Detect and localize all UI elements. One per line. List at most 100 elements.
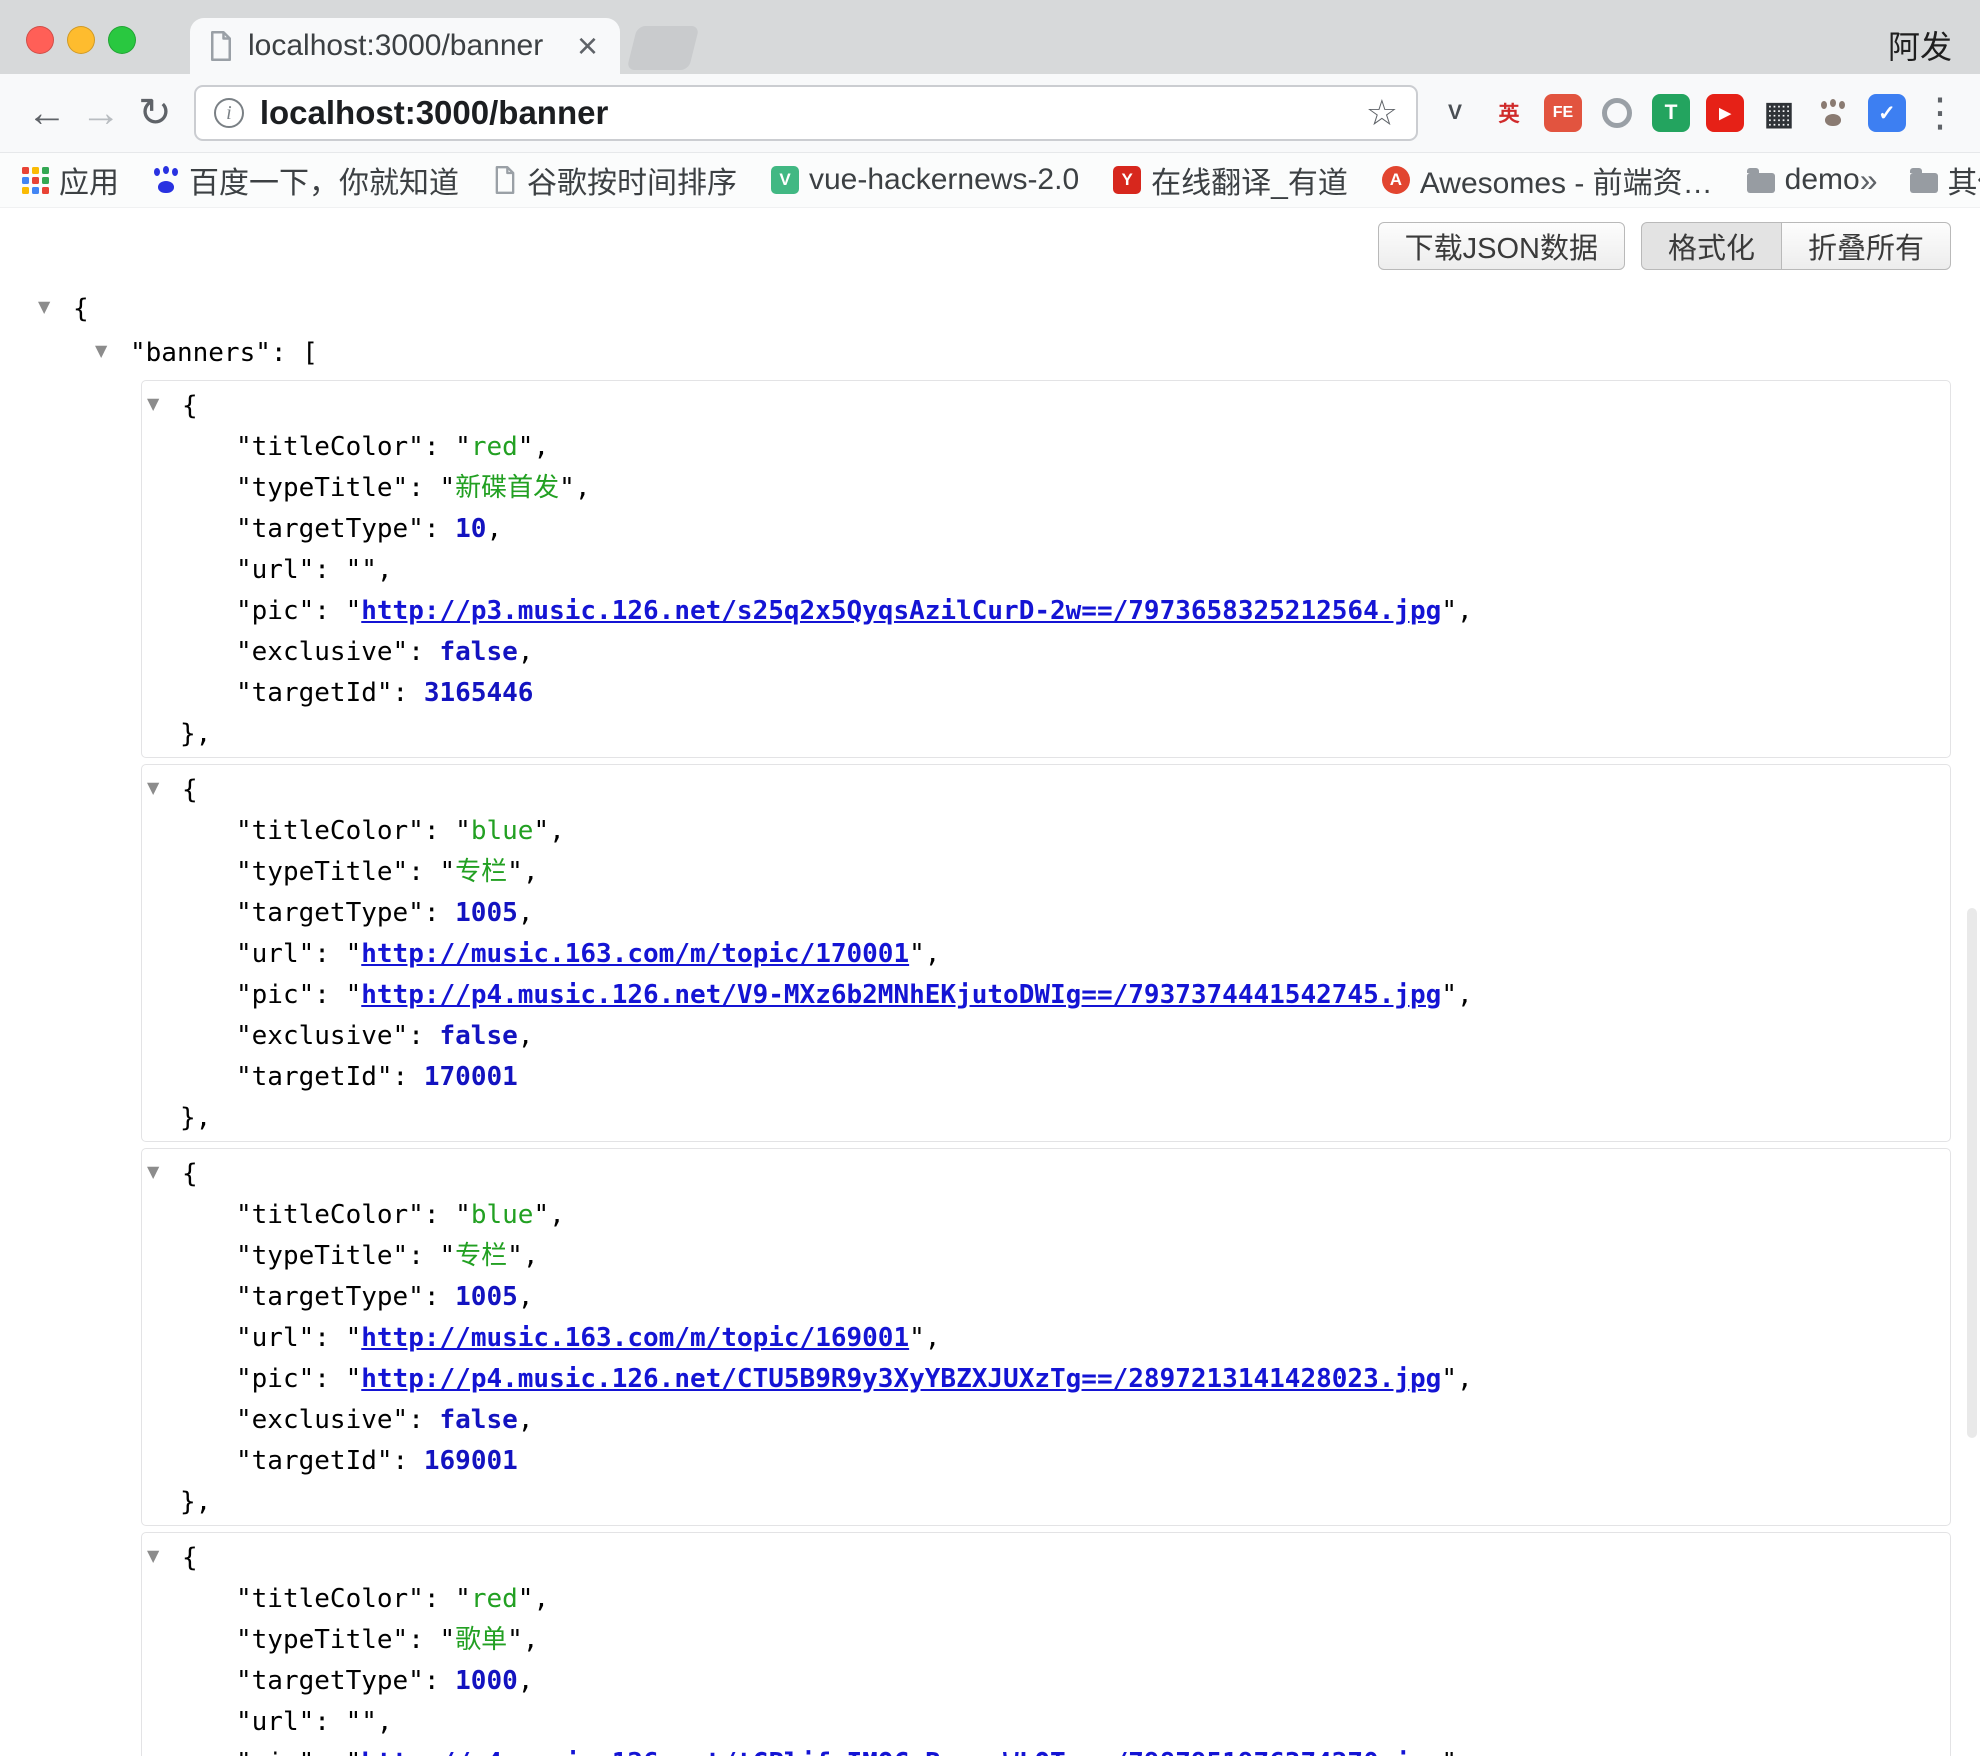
collapse-triangle-icon[interactable]: ▼	[147, 383, 182, 424]
bookmark-item[interactable]: Vvue-hackernews-2.0	[771, 163, 1079, 197]
json-row: "url": "http://music.163.com/m/topic/170…	[142, 934, 1950, 975]
bookmarks-overflow-chevron[interactable]: »	[1860, 162, 1878, 199]
json-row: "targetId": 3165446	[142, 673, 1950, 714]
json-row: ▼{	[142, 1535, 1950, 1579]
awesomes-icon: A	[1382, 166, 1410, 194]
json-link[interactable]: http://p4.music.126.net/tGPljf-IMOCyPvum…	[361, 1748, 1441, 1756]
tab-title: localhost:3000/banner	[248, 29, 573, 63]
json-tree: ▼{▼"banners": [▼{"titleColor": "red","ty…	[0, 286, 1951, 1756]
window-zoom-button[interactable]	[108, 26, 136, 54]
json-link[interactable]: http://p4.music.126.net/CTU5B9R9y3XyYBZX…	[361, 1364, 1441, 1394]
folder-icon	[1747, 173, 1775, 193]
bookmark-item[interactable]: 谷歌按时间排序	[493, 158, 737, 202]
bookmark-item[interactable]: demo	[1747, 163, 1860, 197]
url-text: localhost:3000/banner	[260, 94, 1356, 132]
qrcode-extension-icon: ▦	[1760, 94, 1798, 132]
json-row: ▼"banners": [	[0, 330, 1951, 374]
collapse-triangle-icon[interactable]: ▼	[38, 286, 73, 327]
green-extension-icon[interactable]: T	[1648, 90, 1694, 136]
page-favicon-icon	[208, 31, 234, 61]
window-close-button[interactable]	[26, 26, 54, 54]
bookmark-label: 百度一下，你就知道	[189, 158, 459, 202]
bookmark-item[interactable]: 应用	[22, 158, 119, 202]
youdao-icon: Y	[1113, 166, 1141, 194]
tab-close-icon[interactable]: ×	[573, 28, 602, 64]
address-bar[interactable]: i localhost:3000/banner ☆	[194, 85, 1418, 141]
paw-extension-icon	[1820, 101, 1846, 126]
browser-menu-icon[interactable]: ⋮	[1920, 90, 1960, 136]
json-row: ▼{	[142, 767, 1950, 811]
json-object-box: ▼{"titleColor": "red","typeTitle": "歌单",…	[141, 1532, 1951, 1756]
json-row: "typeTitle": "新碟首发",	[142, 468, 1950, 509]
json-row: "titleColor": "red",	[142, 1579, 1950, 1620]
bookmark-item[interactable]: Y在线翻译_有道	[1113, 158, 1348, 202]
json-row: "typeTitle": "专栏",	[142, 1236, 1950, 1277]
window-minimize-button[interactable]	[67, 26, 95, 54]
collapse-all-button[interactable]: 折叠所有	[1782, 222, 1951, 270]
json-row: },	[142, 1098, 1950, 1139]
tab-strip: localhost:3000/banner × 阿发	[0, 0, 1980, 74]
security-extension-icon[interactable]: ✓	[1864, 90, 1910, 136]
json-row: "url": "",	[142, 550, 1950, 591]
reload-button[interactable]: ↻	[128, 90, 182, 136]
json-object-box: ▼{"titleColor": "blue","typeTitle": "专栏"…	[141, 764, 1951, 1142]
baidu-paw-icon	[153, 168, 179, 193]
collapse-triangle-icon[interactable]: ▼	[147, 1535, 182, 1576]
security-extension-icon: ✓	[1868, 94, 1906, 132]
json-row: "pic": "http://p4.music.126.net/tGPljf-I…	[142, 1743, 1950, 1756]
other-bookmarks-label: 其他书签	[1948, 158, 1980, 202]
extensions-area: V英 FE T ▶ ▦ ✓	[1432, 90, 1910, 136]
format-button-group: 格式化 折叠所有	[1641, 222, 1951, 270]
json-row: "targetId": 170001	[142, 1057, 1950, 1098]
json-row: "targetType": 1000,	[142, 1661, 1950, 1702]
paw-extension-icon[interactable]	[1810, 90, 1856, 136]
json-row: "pic": "http://p3.music.126.net/s25q2x5Q…	[142, 591, 1950, 632]
bookmark-star-icon[interactable]: ☆	[1366, 92, 1398, 134]
browser-tab[interactable]: localhost:3000/banner ×	[190, 18, 620, 74]
format-button[interactable]: 格式化	[1641, 222, 1782, 270]
proxy-extension-icon[interactable]	[1594, 90, 1640, 136]
page-info-icon[interactable]: i	[214, 98, 244, 128]
youtube-extension-icon[interactable]: ▶	[1702, 90, 1748, 136]
download-json-button[interactable]: 下载JSON数据	[1378, 222, 1625, 270]
new-tab-button[interactable]	[627, 26, 700, 70]
proxy-extension-icon	[1602, 98, 1632, 128]
youtube-extension-icon: ▶	[1706, 94, 1744, 132]
json-link[interactable]: http://music.163.com/m/topic/170001	[361, 939, 909, 969]
json-row: "exclusive": false,	[142, 1400, 1950, 1441]
other-bookmarks-button[interactable]: 其他书签	[1910, 158, 1980, 202]
json-link[interactable]: http://p3.music.126.net/s25q2x5QyqsAzilC…	[361, 596, 1441, 626]
fehelper-extension-icon[interactable]: FE	[1540, 90, 1586, 136]
scrollbar-thumb[interactable]	[1967, 908, 1977, 1438]
json-row: "exclusive": false,	[142, 632, 1950, 673]
json-row: ▼{	[142, 383, 1950, 427]
collapse-triangle-icon[interactable]: ▼	[147, 1151, 182, 1192]
json-row: },	[142, 714, 1950, 755]
json-link[interactable]: http://p4.music.126.net/V9-MXz6b2MNhEKju…	[361, 980, 1441, 1010]
scrollbar[interactable]	[1967, 208, 1977, 1756]
json-row: "typeTitle": "专栏",	[142, 852, 1950, 893]
json-row: "targetId": 169001	[142, 1441, 1950, 1482]
green-extension-icon: T	[1652, 94, 1690, 132]
fehelper-extension-icon: FE	[1544, 94, 1582, 132]
json-link[interactable]: http://music.163.com/m/topic/169001	[361, 1323, 909, 1353]
forward-button[interactable]: →	[74, 91, 128, 136]
json-row: "targetType": 1005,	[142, 1277, 1950, 1318]
collapse-triangle-icon[interactable]: ▼	[95, 330, 130, 371]
folder-icon	[1910, 173, 1938, 193]
vimium-extension-icon[interactable]: V	[1432, 90, 1478, 136]
json-viewer-toolbar: 下载JSON数据 格式化 折叠所有	[0, 208, 1951, 270]
browser-toolbar: ← → ↻ i localhost:3000/banner ☆ V英 FE T ▶ ▦ ✓…	[0, 74, 1980, 153]
translate-extension-icon: 英	[1490, 94, 1528, 132]
bookmark-item[interactable]: 百度一下，你就知道	[153, 158, 459, 202]
json-object-box: ▼{"titleColor": "blue","typeTitle": "专栏"…	[141, 1148, 1951, 1526]
translate-extension-icon[interactable]: 英	[1486, 90, 1532, 136]
profile-name: 阿发	[1888, 22, 1952, 68]
collapse-triangle-icon[interactable]: ▼	[147, 767, 182, 808]
apps-grid-icon	[22, 167, 49, 194]
qrcode-extension-icon[interactable]: ▦	[1756, 90, 1802, 136]
bookmark-item[interactable]: AAwesomes - 前端资…	[1382, 158, 1713, 202]
vue-icon: V	[771, 166, 799, 194]
back-button[interactable]: ←	[20, 91, 74, 136]
bookmarks-bar-items: 应用 百度一下，你就知道谷歌按时间排序 Vvue-hackernews-2.0 Y在线…	[22, 158, 1860, 202]
